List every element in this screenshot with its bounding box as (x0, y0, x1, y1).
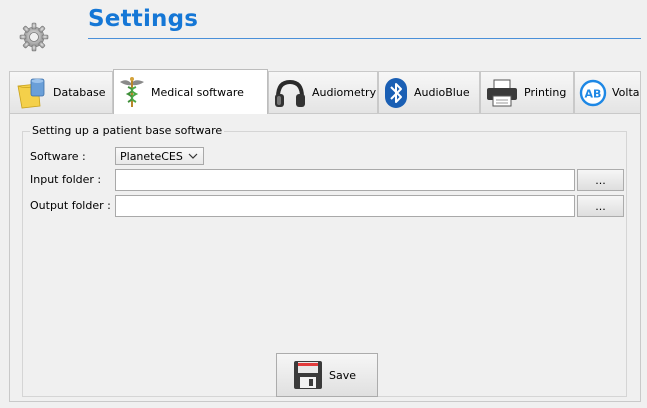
tab-audioblue-label: AudioBlue (414, 86, 470, 99)
output-folder-browse-button[interactable]: ... (577, 195, 624, 217)
tab-audiometry[interactable]: Audiometry (268, 71, 378, 113)
tab-volta-label: Volta (612, 86, 640, 99)
input-folder-browse-button[interactable]: ... (577, 169, 624, 191)
software-select[interactable]: PlaneteCES (115, 147, 204, 165)
tab-database-label: Database (53, 86, 106, 99)
save-button[interactable]: Save (276, 353, 378, 397)
chevron-down-icon (188, 153, 198, 159)
settings-header: Settings (0, 0, 647, 62)
software-label: Software : (30, 150, 86, 163)
headphones-icon (273, 77, 307, 109)
bluetooth-icon (383, 77, 409, 109)
tab-medical-software[interactable]: Medical software (113, 69, 268, 114)
database-icon (14, 76, 48, 110)
tab-printing[interactable]: Printing (480, 71, 574, 113)
floppy-disk-icon (293, 360, 323, 390)
svg-text:AB: AB (585, 87, 602, 100)
output-folder-field[interactable] (115, 195, 575, 217)
page-title: Settings (88, 6, 199, 32)
software-select-value: PlaneteCES (120, 149, 183, 163)
tab-printing-label: Printing (524, 86, 567, 99)
input-folder-field[interactable] (115, 169, 575, 191)
tab-audiometry-label: Audiometry (312, 86, 377, 99)
settings-tabs: Database Medical software Audiometry Aud… (9, 69, 641, 114)
caduceus-icon (118, 75, 146, 109)
tab-medical-software-label: Medical software (151, 85, 244, 99)
tab-volta[interactable]: AB Volta (574, 71, 641, 113)
gear-icon (19, 22, 49, 52)
output-folder-label: Output folder : (30, 199, 111, 212)
input-folder-label: Input folder : (30, 173, 102, 186)
save-button-label: Save (329, 368, 357, 382)
tab-database[interactable]: Database (9, 71, 113, 113)
tab-audioblue[interactable]: AudioBlue (378, 71, 480, 113)
ab-logo-icon: AB (579, 79, 607, 107)
printer-icon (485, 78, 519, 108)
title-divider (88, 38, 641, 39)
group-title: Setting up a patient base software (30, 124, 225, 137)
